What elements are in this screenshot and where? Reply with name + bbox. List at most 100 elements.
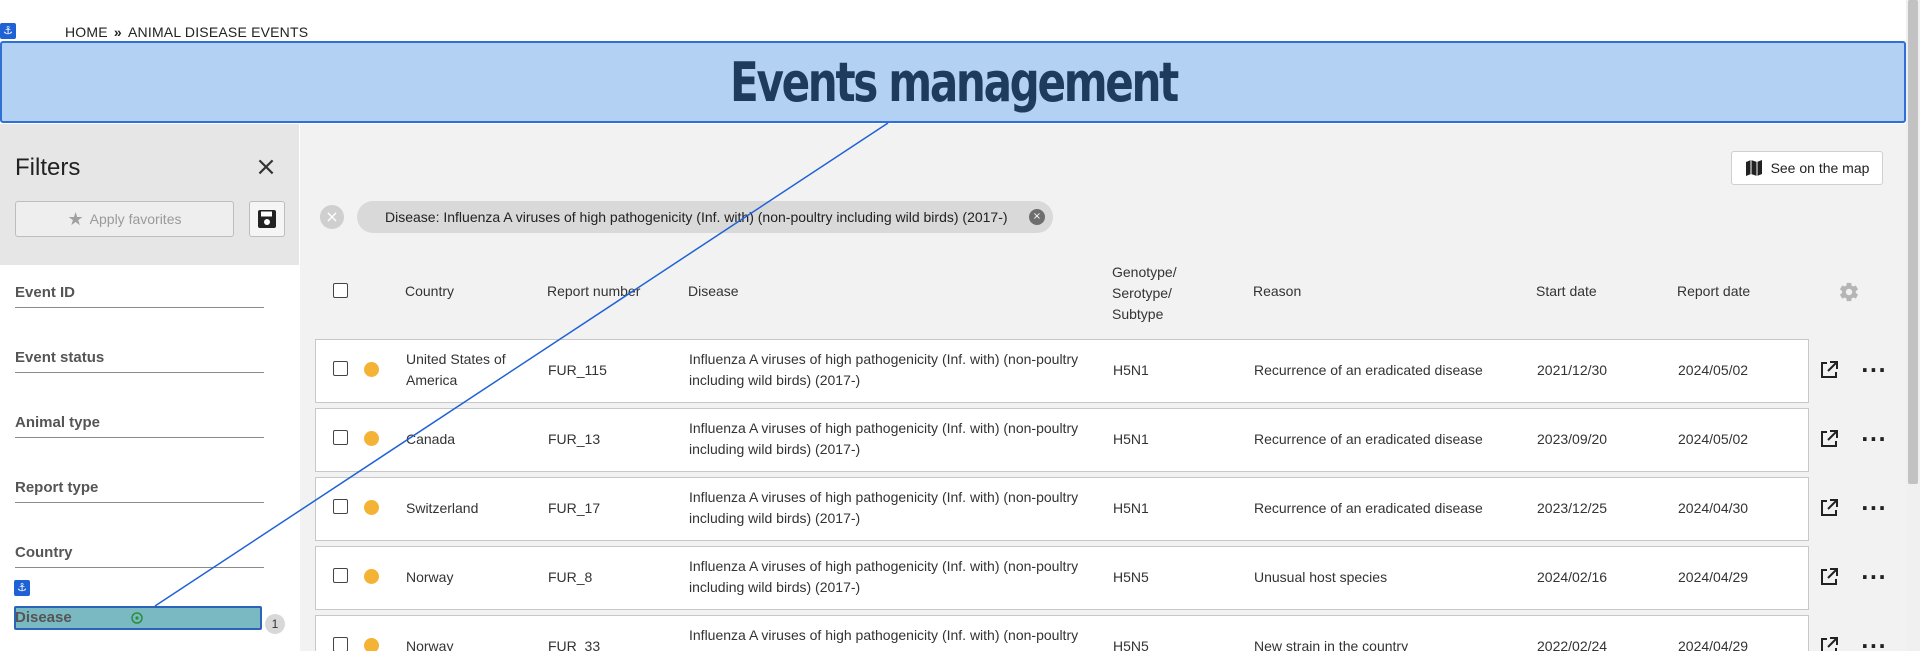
filter-label: Event ID [15,284,76,301]
row-checkbox[interactable] [333,499,348,514]
cell-disease: Influenza A viruses of high pathogenicit… [689,627,1079,651]
page-title: Events management [729,50,1179,114]
anchor-icon: ⚓ [0,23,16,39]
column-report-number[interactable]: Report number [547,283,640,299]
cell-report-number: FUR_13 [548,431,601,447]
cell-start-date: 2024/02/16 [1537,569,1608,585]
remove-filter-icon[interactable]: × [1029,209,1045,225]
column-start-date[interactable]: Start date [1536,283,1597,299]
cell-report-number: FUR_17 [548,500,601,516]
save-favorites-button[interactable] [249,201,285,237]
status-dot [364,500,379,515]
cell-disease: Influenza A viruses of high pathogenicit… [689,489,1079,526]
open-in-new-icon[interactable] [1819,567,1839,587]
more-options-icon[interactable]: ··· [1861,429,1887,449]
breadcrumb-current: ANIMAL DISEASE EVENTS [128,24,309,40]
disease-filter-count-badge: 1 [265,614,285,634]
cell-country: Switzerland [406,500,479,516]
apply-favorites-button[interactable]: ★ Apply favorites [15,201,234,237]
row-checkbox[interactable] [333,637,348,651]
cell-report-number: FUR_8 [548,569,593,585]
more-options-icon[interactable]: ··· [1861,498,1887,518]
cell-reason: Recurrence of an eradicated disease [1254,362,1483,378]
clear-filters-icon[interactable]: × [320,205,344,229]
see-on-map-button[interactable]: See on the map [1731,151,1883,185]
open-in-new-icon[interactable] [1819,636,1839,651]
status-dot [364,431,379,446]
cell-report-date: 2024/04/29 [1678,569,1749,585]
row-checkbox[interactable] [333,430,348,445]
more-options-icon[interactable]: ··· [1861,360,1887,380]
cell-disease: Influenza A viruses of high pathogenicit… [689,420,1079,457]
filter-label: Report type [15,479,99,496]
cell-reason: Recurrence of an eradicated disease [1254,500,1483,516]
save-icon [258,210,276,228]
filter-event-status[interactable]: Event status [15,349,264,373]
cell-country: Canada [406,431,456,447]
row-checkbox[interactable] [333,361,348,376]
filter-label: Country [15,544,73,561]
cell-report-date: 2024/05/02 [1678,431,1749,447]
status-dot [364,362,379,377]
status-dot [364,569,379,584]
filters-title: Filters [15,154,81,181]
open-in-new-icon[interactable] [1819,498,1839,518]
filter-label: Event status [15,349,105,366]
page-scrollbar[interactable] [1906,0,1920,651]
scrollbar-thumb[interactable] [1908,0,1918,484]
column-subtype[interactable]: Genotype/ Serotype/ Subtype [1112,262,1177,325]
filter-disease[interactable]: Disease [15,609,264,633]
filters-sidebar: Filters × ★ Apply favorites [0,124,299,651]
cell-country: Norway [406,569,454,585]
filter-report-type[interactable]: Report type [15,479,264,503]
open-in-new-icon[interactable] [1819,360,1839,380]
cell-country: United States of America [406,351,506,388]
breadcrumb: HOME » ANIMAL DISEASE EVENTS [65,24,308,40]
active-filter-label: Disease: Influenza A viruses of high pat… [385,209,1008,225]
page-header-banner: Events management [0,41,1906,123]
filters-header [0,124,299,265]
page: ⚓ HOME » ANIMAL DISEASE EVENTS Filters ×… [0,0,1920,651]
cell-reason: New strain in the country [1254,638,1409,651]
column-reason[interactable]: Reason [1253,283,1301,299]
gear-icon[interactable] [1838,281,1860,303]
filter-animal-type[interactable]: Animal type [15,414,264,438]
column-country[interactable]: Country [405,283,454,299]
select-all-checkbox[interactable] [333,283,348,298]
filter-label: Animal type [15,414,101,431]
filter-event-id[interactable]: Event ID [15,284,264,308]
open-in-new-icon[interactable] [1819,429,1839,449]
breadcrumb-home[interactable]: HOME [65,24,108,40]
cell-report-date: 2024/04/30 [1678,500,1749,516]
anchor-icon: ⚓ [14,580,30,596]
cell-start-date: 2023/09/20 [1537,431,1608,447]
status-dot [364,638,379,651]
star-icon: ★ [67,208,84,230]
row-checkbox[interactable] [333,568,348,583]
map-icon [1745,160,1762,176]
column-disease[interactable]: Disease [688,283,739,299]
column-report-date[interactable]: Report date [1677,283,1750,299]
cell-reason: Unusual host species [1254,569,1388,585]
more-options-icon[interactable]: ··· [1861,636,1887,651]
filter-label: Disease [15,609,72,626]
see-on-map-label: See on the map [1770,160,1870,176]
cell-start-date: 2023/12/25 [1537,500,1608,516]
cell-subtype: H5N1 [1113,431,1149,447]
cell-subtype: H5N1 [1113,362,1149,378]
cell-report-date: 2024/04/29 [1678,638,1749,651]
close-icon[interactable]: × [255,154,277,180]
more-options-icon[interactable]: ··· [1861,567,1887,587]
breadcrumb-separator: » [113,24,122,40]
cell-reason: Recurrence of an eradicated disease [1254,431,1483,447]
cell-start-date: 2022/02/24 [1537,638,1608,651]
filter-country[interactable]: Country [15,544,264,568]
cell-disease: Influenza A viruses of high pathogenicit… [689,351,1079,388]
cell-country: Norway [406,638,454,651]
active-filter-chip: Disease: Influenza A viruses of high pat… [357,201,1053,233]
cell-subtype: H5N1 [1113,500,1149,516]
cell-report-number: FUR_115 [548,362,607,378]
cell-report-number: FUR_33 [548,638,601,651]
apply-favorites-label: Apply favorites [89,211,182,227]
cell-start-date: 2021/12/30 [1537,362,1608,378]
